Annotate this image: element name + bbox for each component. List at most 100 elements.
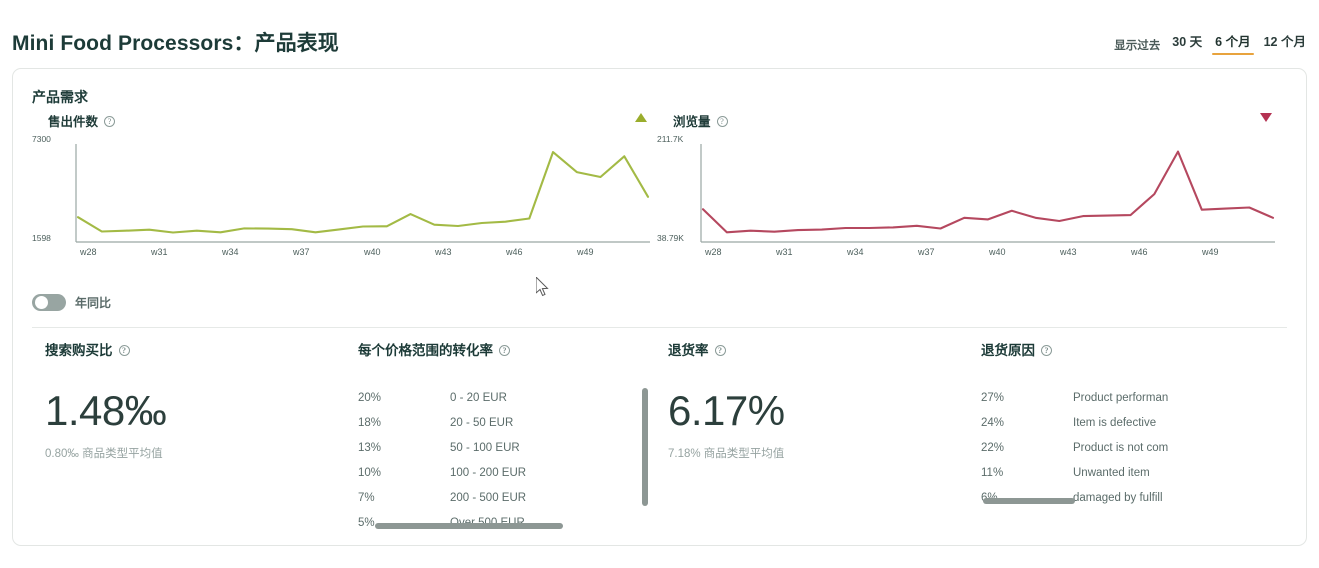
reason-label: Product performan bbox=[1073, 391, 1169, 404]
units-sold-x-axis-ticks: w28 w31 w34 w37 w40 w43 w46 w49 bbox=[80, 247, 648, 257]
units-sold-y-axis-max: 7300 bbox=[32, 134, 51, 144]
list-item: 20% 0 - 20 EUR bbox=[358, 385, 648, 410]
conversion-by-price-list: 20% 0 - 20 EUR 18% 20 - 50 EUR 13% 50 - … bbox=[358, 385, 648, 535]
search-buy-ratio-metric: 搜索购买比 ? 1.48‰ 0.80‰ 商品类型平均值 bbox=[45, 339, 345, 461]
return-reasons-list: 27% Product performan 24% Item is defect… bbox=[981, 385, 1286, 510]
info-circle-icon[interactable]: ? bbox=[104, 115, 116, 127]
info-circle-icon[interactable]: ? bbox=[1041, 344, 1052, 356]
xtick: w31 bbox=[776, 247, 793, 257]
year-over-year-toggle-row[interactable]: 年同比 bbox=[32, 294, 111, 311]
page-title-suffix: 产品表现 bbox=[254, 32, 339, 55]
search-buy-ratio-benchmark: 0.80‰ 商品类型平均值 bbox=[45, 448, 163, 460]
year-over-year-switch[interactable] bbox=[32, 294, 66, 311]
units-sold-plot: 7300 1598 w28 w31 w34 w37 w40 w43 w46 w4… bbox=[32, 134, 652, 257]
xtick: w34 bbox=[222, 247, 239, 257]
conversion-by-price-title: 每个价格范围的转化率 bbox=[358, 343, 493, 358]
reason-label: Item is defective bbox=[1073, 416, 1157, 429]
time-range-selector: 显示过去 30 天 6 个月 12 个月 bbox=[1114, 31, 1307, 55]
page-views-y-axis-min: 38.79K bbox=[657, 233, 684, 243]
conversion-pct: 20% bbox=[358, 391, 382, 404]
return-rate-benchmark: 7.18% 商品类型平均值 bbox=[668, 448, 785, 460]
return-reasons-title: 退货原因 bbox=[981, 343, 1035, 358]
xtick: w40 bbox=[989, 247, 1006, 257]
return-rate-value: 6.17% bbox=[668, 387, 785, 434]
price-range-label: 100 - 200 EUR bbox=[450, 466, 527, 479]
xtick: w46 bbox=[506, 247, 523, 257]
xtick: w49 bbox=[577, 247, 594, 257]
xtick: w31 bbox=[151, 247, 168, 257]
page-title-product: Mini Food Processors bbox=[12, 32, 234, 55]
xtick: w37 bbox=[293, 247, 310, 257]
list-item: 24% Item is defective bbox=[981, 410, 1286, 435]
xtick: w46 bbox=[1131, 247, 1148, 257]
conversion-pct: 13% bbox=[358, 441, 382, 454]
units-sold-chart-header: 售出件数 ? bbox=[32, 111, 652, 129]
search-buy-ratio-title: 搜索购买比 bbox=[45, 343, 113, 358]
switch-knob bbox=[34, 296, 48, 309]
conversion-vertical-scrollbar[interactable] bbox=[642, 388, 648, 506]
page-header: Mini Food Processors：产品表现 显示过去 30 天 6 个月… bbox=[0, 0, 1319, 66]
info-circle-icon[interactable]: ? bbox=[499, 344, 510, 356]
search-buy-ratio-title-row: 搜索购买比 ? bbox=[45, 339, 345, 359]
page-views-line-svg bbox=[700, 144, 1275, 243]
xtick: w37 bbox=[918, 247, 935, 257]
section-divider bbox=[32, 327, 1287, 328]
time-range-6-months[interactable]: 6 个月 bbox=[1212, 31, 1255, 55]
performance-card: 产品需求 售出件数 ? 7300 1598 w28 w31 w34 w37 w4… bbox=[12, 68, 1307, 546]
time-range-label: 显示过去 bbox=[1114, 40, 1161, 52]
page-views-y-axis-max: 211.7K bbox=[657, 134, 684, 144]
list-item: 7% 200 - 500 EUR bbox=[358, 485, 648, 510]
reason-label: damaged by fulfill bbox=[1073, 491, 1163, 504]
info-circle-icon[interactable]: ? bbox=[118, 344, 130, 356]
xtick: w28 bbox=[80, 247, 97, 257]
return-rate-title: 退货率 bbox=[668, 343, 709, 358]
conversion-pct: 10% bbox=[358, 466, 382, 479]
xtick: w43 bbox=[435, 247, 452, 257]
units-sold-label: 售出件数 bbox=[48, 114, 99, 129]
reason-label: Unwanted item bbox=[1073, 466, 1150, 479]
conversion-by-price-metric: 每个价格范围的转化率 ? 20% 0 - 20 EUR 18% 20 - 50 … bbox=[358, 339, 648, 535]
units-sold-chart-block: 售出件数 ? 7300 1598 w28 w31 w34 w37 w40 w43… bbox=[32, 111, 652, 257]
list-item: 18% 20 - 50 EUR bbox=[358, 410, 648, 435]
list-item: 13% 50 - 100 EUR bbox=[358, 435, 648, 460]
page-views-label: 浏览量 bbox=[673, 114, 711, 129]
page-views-chart-header: 浏览量 ? bbox=[657, 111, 1277, 129]
reason-pct: 11% bbox=[981, 466, 1004, 479]
page-title: Mini Food Processors：产品表现 bbox=[12, 27, 339, 57]
reason-pct: 27% bbox=[981, 391, 1005, 404]
return-rate-title-row: 退货率 ? bbox=[668, 339, 968, 359]
product-performance-dashboard: Mini Food Processors：产品表现 显示过去 30 天 6 个月… bbox=[0, 0, 1319, 568]
conversion-pct: 18% bbox=[358, 416, 382, 429]
page-views-chart-block: 浏览量 ? 211.7K 38.79K w28 w31 w34 w37 w40 bbox=[657, 111, 1277, 257]
return-reasons-horizontal-scrollbar[interactable] bbox=[983, 498, 1075, 504]
conversion-horizontal-scrollbar[interactable] bbox=[375, 523, 563, 529]
time-range-12-months[interactable]: 12 个月 bbox=[1263, 31, 1307, 55]
price-range-label: 200 - 500 EUR bbox=[450, 491, 527, 504]
reason-label: Product is not com bbox=[1073, 441, 1169, 454]
xtick: w40 bbox=[364, 247, 381, 257]
price-range-label: 50 - 100 EUR bbox=[450, 441, 520, 454]
triangle-down-icon bbox=[1260, 113, 1272, 122]
reason-pct: 24% bbox=[981, 416, 1005, 429]
list-item: 10% 100 - 200 EUR bbox=[358, 460, 648, 485]
info-circle-icon[interactable]: ? bbox=[716, 115, 728, 127]
triangle-up-icon bbox=[635, 113, 647, 122]
reason-pct: 22% bbox=[981, 441, 1005, 454]
xtick: w43 bbox=[1060, 247, 1077, 257]
product-demand-section-title: 产品需求 bbox=[32, 89, 88, 105]
xtick: w34 bbox=[847, 247, 864, 257]
list-item: 27% Product performan bbox=[981, 385, 1286, 410]
price-range-label: 0 - 20 EUR bbox=[450, 391, 507, 404]
units-sold-y-axis-min: 1598 bbox=[32, 233, 51, 243]
page-views-plot: 211.7K 38.79K w28 w31 w34 w37 w40 w43 w4… bbox=[657, 134, 1277, 257]
search-buy-ratio-value: 1.48‰ bbox=[45, 387, 167, 434]
xtick: w28 bbox=[705, 247, 722, 257]
return-reasons-title-row: 退货原因 ? bbox=[981, 339, 1286, 359]
xtick: w49 bbox=[1202, 247, 1219, 257]
page-title-separator: ： bbox=[233, 32, 255, 55]
return-reasons-metric: 退货原因 ? 27% Product performan 24% Item is… bbox=[981, 339, 1286, 510]
time-range-30-days[interactable]: 30 天 bbox=[1171, 31, 1203, 55]
conversion-pct: 7% bbox=[358, 491, 375, 504]
return-rate-metric: 退货率 ? 6.17% 7.18% 商品类型平均值 bbox=[668, 339, 968, 461]
info-circle-icon[interactable]: ? bbox=[714, 344, 726, 356]
